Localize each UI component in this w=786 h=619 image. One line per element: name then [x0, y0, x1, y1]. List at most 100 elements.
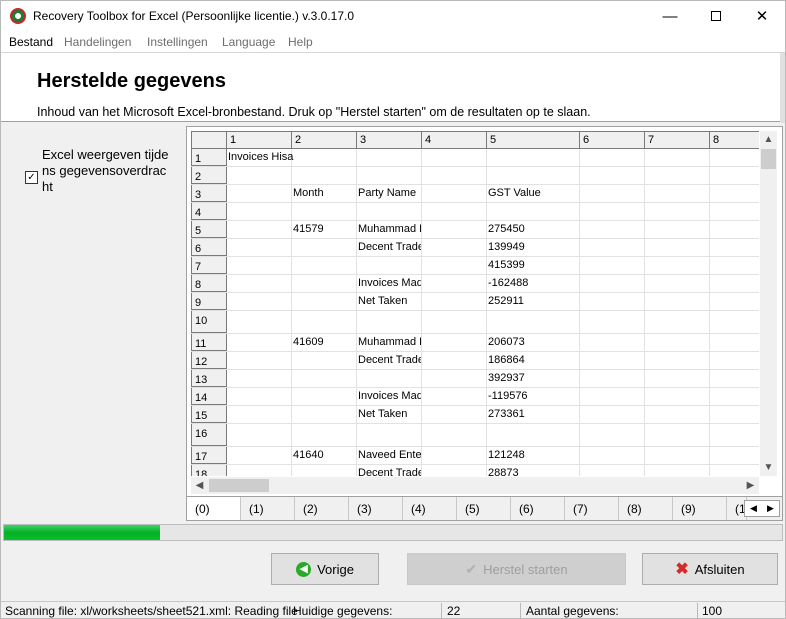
table-cell[interactable]: Invoices Hisa — [227, 149, 293, 166]
sheet-tab[interactable]: (6) — [511, 497, 565, 520]
table-cell[interactable] — [357, 203, 422, 220]
table-cell[interactable]: Muhammad H — [357, 221, 422, 238]
table-cell[interactable] — [227, 311, 292, 333]
sheet-tab[interactable]: (2) — [295, 497, 349, 520]
table-cell[interactable] — [580, 465, 645, 476]
table-cell[interactable] — [357, 370, 422, 387]
table-cell[interactable] — [357, 149, 422, 166]
table-cell[interactable] — [357, 257, 422, 274]
table-cell[interactable] — [422, 221, 487, 238]
table-cell[interactable] — [422, 388, 487, 405]
row-header[interactable]: 18 — [191, 465, 227, 476]
row-header[interactable]: 17 — [191, 447, 227, 464]
table-cell[interactable]: -162488 — [487, 275, 580, 292]
table-cell[interactable] — [357, 424, 422, 446]
table-cell[interactable] — [292, 239, 357, 256]
table-cell[interactable] — [710, 388, 759, 405]
table-cell[interactable] — [645, 465, 710, 476]
table-cell[interactable]: GST Value — [487, 185, 580, 202]
row-header[interactable]: 1 — [191, 149, 227, 166]
table-cell[interactable] — [710, 185, 759, 202]
table-cell[interactable] — [227, 352, 292, 369]
table-cell[interactable]: Decent Trade — [357, 352, 422, 369]
table-cell[interactable] — [227, 406, 292, 423]
row-header[interactable]: 3 — [191, 185, 227, 202]
row-header[interactable]: 15 — [191, 406, 227, 423]
column-header[interactable]: 7 — [645, 131, 710, 149]
table-cell[interactable] — [645, 275, 710, 292]
table-cell[interactable] — [422, 370, 487, 387]
table-cell[interactable] — [487, 424, 580, 446]
tab-left-icon[interactable]: ◀ — [745, 501, 762, 516]
table-cell[interactable] — [645, 334, 710, 351]
maximize-button[interactable] — [693, 1, 739, 31]
table-cell[interactable] — [645, 352, 710, 369]
table-cell[interactable]: 273361 — [487, 406, 580, 423]
table-cell[interactable]: Party Name — [357, 185, 422, 202]
table-cell[interactable] — [292, 293, 357, 310]
table-cell[interactable] — [710, 203, 759, 220]
table-cell[interactable] — [227, 424, 292, 446]
menu-language[interactable]: Language — [222, 35, 275, 49]
tab-right-icon[interactable]: ▶ — [762, 501, 779, 516]
table-cell[interactable] — [580, 370, 645, 387]
table-cell[interactable]: 392937 — [487, 370, 580, 387]
column-header[interactable]: 3 — [357, 131, 422, 149]
table-cell[interactable] — [487, 149, 580, 166]
table-cell[interactable] — [292, 203, 357, 220]
table-cell[interactable] — [580, 388, 645, 405]
table-cell[interactable] — [710, 370, 759, 387]
scroll-down-icon[interactable]: ▼ — [760, 459, 777, 476]
table-cell[interactable] — [292, 311, 357, 333]
table-cell[interactable] — [227, 370, 292, 387]
row-header[interactable]: 16 — [191, 424, 227, 446]
table-cell[interactable] — [487, 311, 580, 333]
scroll-right-icon[interactable]: ▶ — [742, 477, 759, 494]
table-cell[interactable] — [580, 447, 645, 464]
table-cell[interactable] — [645, 311, 710, 333]
menu-bestand[interactable]: Bestand — [9, 35, 53, 49]
table-cell[interactable] — [292, 275, 357, 292]
table-cell[interactable] — [645, 257, 710, 274]
table-cell[interactable] — [422, 203, 487, 220]
data-grid[interactable]: 12345678 1 Invoices Hisa 2 3 Month Party Name… — [191, 131, 759, 476]
table-cell[interactable] — [422, 167, 487, 184]
sheet-tab[interactable]: (7) — [565, 497, 619, 520]
table-cell[interactable] — [227, 275, 292, 292]
table-cell[interactable] — [580, 149, 645, 166]
table-cell[interactable] — [580, 275, 645, 292]
table-cell[interactable] — [292, 388, 357, 405]
table-cell[interactable] — [710, 424, 759, 446]
table-cell[interactable] — [580, 406, 645, 423]
table-cell[interactable]: Month — [292, 185, 357, 202]
table-cell[interactable] — [422, 447, 487, 464]
table-cell[interactable] — [710, 221, 759, 238]
sheet-tab[interactable]: (3) — [349, 497, 403, 520]
table-cell[interactable]: 41640 — [292, 447, 357, 464]
table-cell[interactable]: 186864 — [487, 352, 580, 369]
table-cell[interactable] — [645, 447, 710, 464]
table-cell[interactable] — [580, 167, 645, 184]
table-cell[interactable]: Invoices Mad — [357, 388, 422, 405]
row-header[interactable]: 9 — [191, 293, 227, 310]
table-cell[interactable] — [292, 167, 357, 184]
table-cell[interactable] — [710, 275, 759, 292]
table-cell[interactable] — [357, 167, 422, 184]
table-cell[interactable] — [710, 334, 759, 351]
table-cell[interactable] — [227, 167, 292, 184]
table-cell[interactable] — [710, 447, 759, 464]
column-header[interactable]: 4 — [422, 131, 487, 149]
table-cell[interactable] — [487, 203, 580, 220]
header-scrollbar[interactable] — [780, 53, 785, 123]
table-cell[interactable] — [580, 221, 645, 238]
table-cell[interactable] — [710, 352, 759, 369]
row-header[interactable]: 5 — [191, 221, 227, 238]
table-cell[interactable] — [227, 293, 292, 310]
table-cell[interactable] — [292, 465, 357, 476]
table-cell[interactable] — [580, 424, 645, 446]
table-cell[interactable] — [710, 149, 759, 166]
table-cell[interactable] — [227, 388, 292, 405]
table-cell[interactable]: Net Taken — [357, 293, 422, 310]
row-header[interactable]: 7 — [191, 257, 227, 274]
table-cell[interactable]: 415399 — [487, 257, 580, 274]
